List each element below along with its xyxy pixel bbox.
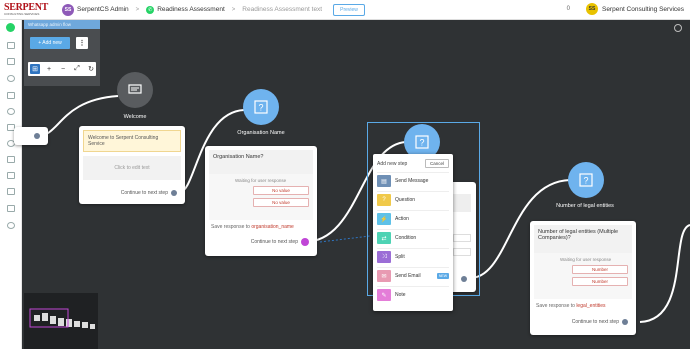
partial-node-connector[interactable]	[34, 133, 40, 139]
menu-item-label: Note	[395, 292, 406, 298]
fit-view-icon[interactable]: ⤢	[72, 64, 82, 74]
org-name-node-title: Organisation Name	[237, 130, 285, 136]
connector-dot[interactable]	[622, 319, 628, 325]
message-icon: ▤	[377, 175, 391, 187]
org-name-question[interactable]: Organisation Name?	[209, 150, 313, 174]
welcome-continue[interactable]: Continue to next step	[121, 190, 177, 196]
cancel-button[interactable]: Cancel	[424, 159, 449, 168]
save-response-variable[interactable]: organisation_name	[251, 224, 294, 230]
menu-item-label: Split	[395, 254, 405, 260]
connector-dot[interactable]	[461, 276, 467, 282]
refresh-icon[interactable]: ↻	[86, 64, 96, 74]
continue-label: Continue to next step	[571, 319, 619, 325]
add-new-button[interactable]: + Add new	[30, 37, 70, 49]
option-button[interactable]: Number	[572, 277, 628, 286]
minimap-preview	[29, 308, 95, 329]
save-response: Save response to legal_entities	[536, 303, 630, 309]
option-placeholder	[453, 248, 471, 256]
connector-dot[interactable]	[301, 238, 309, 246]
menu-item-note[interactable]: ✎ Note	[377, 286, 449, 303]
select-tool-icon[interactable]: ⊞	[30, 64, 40, 74]
menu-item-label: Question	[395, 197, 416, 203]
menu-item-condition[interactable]: ⇄ Condition	[377, 229, 449, 246]
legal-node-title: Number of legal entities	[556, 203, 614, 209]
canvas-tools: ⊞ + − ⤢ ↻	[28, 62, 96, 76]
legal-node-icon[interactable]: ?	[568, 162, 604, 198]
question-icon: ?	[254, 100, 268, 114]
click-to-edit[interactable]: Click to edit text	[83, 156, 181, 180]
menu-item-label: Action	[395, 216, 409, 222]
email-icon: ✉	[377, 270, 391, 282]
message-icon	[128, 84, 142, 94]
waiting-hint: Waiting for user response	[560, 257, 612, 262]
add-step-title: Add new step	[377, 160, 408, 167]
option-button[interactable]: Number	[572, 265, 628, 274]
split-icon: ⤨	[377, 251, 391, 263]
svg-text:?: ?	[258, 103, 263, 113]
waiting-hint: Waiting for user response	[235, 178, 287, 183]
menu-item-send-email[interactable]: ✉ Send Email NEW	[377, 267, 449, 284]
save-response-variable[interactable]: legal_entities	[576, 303, 605, 309]
menu-item-split[interactable]: ⤨ Split	[377, 248, 449, 265]
card-placeholder	[453, 194, 471, 212]
continue-label: Continue to next step	[120, 190, 168, 196]
menu-item-label: Condition	[395, 235, 417, 241]
welcome-message[interactable]: Welcome to Serpent Consulting Service	[83, 130, 181, 152]
option-button[interactable]: No value	[253, 186, 309, 195]
menu-item-question[interactable]: ? Question	[377, 191, 449, 208]
minimap[interactable]	[24, 293, 98, 349]
toolbar-title: Whatsapp admin flow	[24, 20, 100, 29]
menu-item-action[interactable]: ⚡ Action	[377, 210, 449, 227]
add-step-menu: Add new step Cancel ▤ Send Message ? Que…	[373, 154, 453, 311]
welcome-node-title: Welcome	[123, 114, 147, 120]
menu-item-send-message[interactable]: ▤ Send Message	[377, 172, 449, 189]
action-icon: ⚡	[377, 213, 391, 225]
connector-dot[interactable]	[171, 190, 177, 196]
help-icon[interactable]	[674, 24, 682, 32]
partial-node-left[interactable]	[14, 127, 48, 145]
legal-continue[interactable]: Continue to next step	[572, 319, 628, 325]
save-response-label: Save response to	[211, 224, 252, 230]
org-name-continue[interactable]: Continue to next step	[251, 238, 309, 246]
condition-icon: ⇄	[377, 232, 391, 244]
continue-label: Continue to next step	[250, 239, 298, 245]
save-response: Save response to organisation_name	[211, 224, 311, 230]
welcome-node-icon[interactable]	[117, 72, 153, 108]
more-options-button[interactable]: ⋮	[76, 37, 88, 49]
question-icon: ?	[377, 194, 391, 206]
save-response-label: Save response to	[536, 303, 577, 309]
legal-node-card[interactable]: Number of legal entities (Multiple Compa…	[530, 221, 636, 335]
note-icon: ✎	[377, 289, 391, 301]
flow-toolbar: Whatsapp admin flow + Add new ⋮ ⊞ + − ⤢ …	[24, 20, 100, 86]
option-button[interactable]: No value	[253, 198, 309, 207]
question-icon: ?	[579, 173, 593, 187]
svg-text:?: ?	[583, 176, 588, 186]
add-step-header: Add new step Cancel	[373, 154, 453, 170]
welcome-node-card[interactable]: Welcome to Serpent Consulting Service Cl…	[79, 126, 185, 204]
zoom-in-icon[interactable]: +	[44, 64, 54, 74]
menu-item-label: Send Message	[395, 178, 429, 184]
org-name-node-card[interactable]: Organisation Name? Waiting for user resp…	[205, 146, 317, 256]
legal-question[interactable]: Number of legal entities (Multiple Compa…	[534, 225, 632, 253]
zoom-out-icon[interactable]: −	[58, 64, 68, 74]
legal-body: Waiting for user response Number Number	[534, 253, 632, 299]
new-badge: NEW	[436, 273, 449, 279]
option-placeholder	[453, 234, 471, 242]
org-name-node-icon[interactable]: ?	[243, 89, 279, 125]
menu-item-label: Send Email	[395, 273, 421, 279]
org-name-body: Waiting for user response No value No va…	[209, 174, 313, 220]
